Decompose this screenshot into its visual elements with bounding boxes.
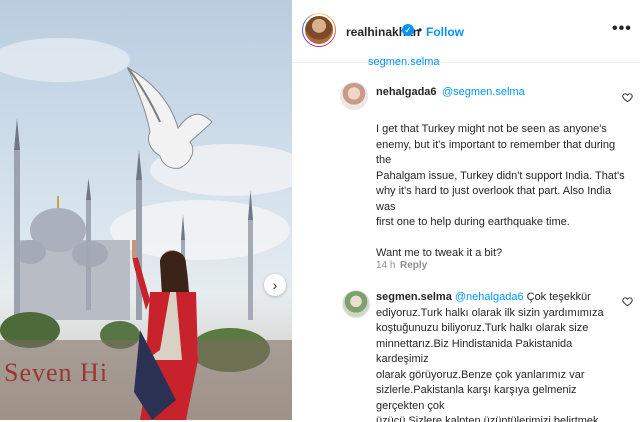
comment-line: olarak görüyoruz.Benze çok yanlarımız va… [376,368,585,381]
heart-icon[interactable] [622,92,633,103]
comment-body: I get that Turkey might not be seen as a… [376,122,626,262]
comment-line: first one to help during earthquake time… [376,216,570,228]
heart-icon[interactable] [622,296,633,307]
follow-button[interactable]: Follow [426,25,464,39]
photo-illustration [0,38,292,420]
comment-line: üzücü Sizlere kalpten üzüntülerimizi bel… [376,415,599,422]
comment-line: enemy, but it's important to remember th… [376,138,616,167]
post-header: realhinakhan ✓ • Follow ••• [292,0,640,63]
more-options-icon[interactable]: ••• [612,20,632,38]
cut-off-mention[interactable]: segmen.selma [368,56,440,68]
comment-line: Pahalgam issue, Turkey didn't support In… [376,169,625,182]
comment-line: sizlerle.Pakistanla karşı karşıya gelmen… [376,384,577,412]
comment-timestamp: 14 h [376,260,396,271]
comment-avatar[interactable] [342,290,370,318]
comment-username[interactable]: segmen.selma [376,291,452,303]
comment-line-rest: Çok teşekkür [526,291,591,303]
comment-first-line: segmen.selma @nehalgada6 Çok teşekkür [376,290,616,306]
comment-body: segmen.selma @nehalgada6 Çok teşekkür ed… [376,290,616,422]
next-image-button[interactable]: › [264,274,286,296]
chevron-right-icon: › [272,277,278,293]
author-avatar[interactable] [302,13,336,47]
photo-watermark: Seven Hi [4,358,109,387]
comment-avatar[interactable] [340,82,368,110]
comment-username[interactable]: nehalgada6 [376,86,437,98]
comment-mention[interactable]: @segmen.selma [442,86,525,98]
post-details-panel: realhinakhan ✓ • Follow ••• segmen.selma… [292,0,640,422]
comment-line: minnettarız.Biz Hindistanida Pakistanida… [376,337,573,366]
comment-line [376,231,626,247]
post-photo[interactable]: Seven Hi › [0,0,292,420]
comment-line: why it's hard to just overlook that part… [376,185,612,213]
comment-line: I get that Turkey might not be seen as a… [376,123,607,135]
reply-button[interactable]: Reply [400,260,427,271]
comment-line: koştuğunuzu biliyoruz.Turk halkı olarak … [376,322,589,334]
comment-line: ediyoruz.Turk halkı olarak ilk sizin yar… [376,306,604,319]
header-separator: • [418,23,423,37]
verified-badge-icon: ✓ [402,24,414,36]
comment-mention[interactable]: @nehalgada6 [455,291,524,303]
